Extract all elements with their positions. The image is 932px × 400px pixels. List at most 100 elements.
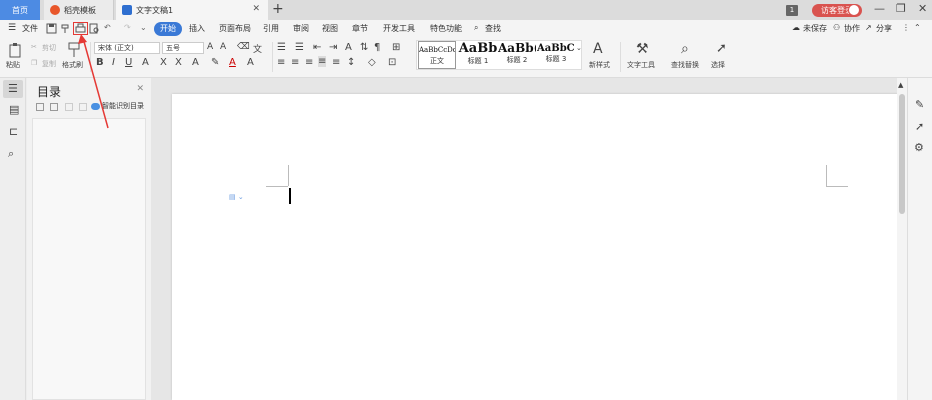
menu-start[interactable]: 开始 (154, 22, 182, 36)
menu-page-layout[interactable]: 页面布局 (219, 23, 251, 34)
find-icon[interactable]: ⌕ (8, 147, 14, 161)
menu-references[interactable]: 引用 (263, 23, 279, 34)
line-spacing-icon[interactable]: ↕ (347, 57, 355, 68)
print-preview-icon[interactable] (89, 23, 100, 34)
border-icon[interactable]: ⊡ (388, 57, 396, 68)
edit-icon[interactable]: ✎ (915, 98, 924, 111)
window-count-badge[interactable]: 1 (786, 5, 798, 16)
scroll-up-icon[interactable]: ▲ (898, 81, 903, 89)
new-tab-icon[interactable]: + (272, 1, 284, 17)
highlight-icon[interactable]: ✎ (211, 57, 219, 68)
align-center-icon[interactable]: ≡ (291, 57, 299, 68)
menu-view[interactable]: 视图 (322, 23, 338, 34)
shrink-font-icon[interactable]: A (220, 42, 226, 52)
menu-review[interactable]: 审阅 (293, 23, 309, 34)
shading-icon[interactable]: ◇ (368, 57, 376, 68)
cut-label[interactable]: 剪切 (42, 43, 56, 53)
share-button[interactable]: 分享 (876, 23, 892, 34)
find-replace-button[interactable]: 查找替换 (671, 60, 699, 70)
show-marks-icon[interactable]: ¶ (374, 42, 380, 53)
collapse-toc-icon[interactable] (36, 103, 44, 111)
settings-sliders-icon[interactable]: ⚙ (914, 141, 924, 154)
close-window-icon[interactable]: ✕ (918, 2, 927, 15)
char-border-icon[interactable]: A (247, 57, 254, 68)
smart-toc-button[interactable]: 智能识别目录 (91, 101, 144, 111)
font-size-select[interactable]: 五号 (162, 42, 204, 54)
numbered-list-icon[interactable]: ☰ (295, 42, 304, 53)
redo-icon[interactable]: ↷ (124, 23, 131, 32)
style-gallery-more-icon[interactable]: ⌄ (576, 44, 582, 52)
document-icon[interactable]: ▤ (9, 103, 19, 116)
style-normal[interactable]: AaBbCcDd 正文 (418, 41, 456, 69)
vertical-scrollbar[interactable]: ▲ (897, 78, 907, 400)
font-name-select[interactable]: 宋体 (正文) (94, 42, 160, 54)
document-page[interactable] (172, 94, 898, 400)
copy-icon[interactable]: ❐ (31, 59, 37, 67)
undo-icon[interactable]: ↶ (104, 23, 111, 32)
justify-icon[interactable]: ≡ (318, 56, 327, 67)
distributed-icon[interactable]: ≡ (332, 57, 340, 68)
bullet-list-icon[interactable]: ☰ (277, 42, 286, 53)
select-button[interactable]: 选择 (711, 60, 725, 70)
collapse-ribbon-icon[interactable]: ⌃ (914, 23, 921, 32)
style-heading-3[interactable]: AaBbC( 标题 3 (537, 41, 575, 69)
menu-features[interactable]: 特色功能 (430, 23, 462, 34)
style-heading-2[interactable]: AaBb( 标题 2 (498, 41, 536, 69)
menu-file[interactable]: 文件 (22, 23, 38, 34)
align-right-icon[interactable]: ≡ (305, 57, 313, 68)
tab-home[interactable]: 首页 (0, 0, 40, 20)
superscript-icon[interactable]: X (160, 57, 167, 68)
menu-insert[interactable]: 插入 (189, 23, 205, 34)
bookmark-icon[interactable]: ⊏ (9, 125, 18, 138)
grow-font-icon[interactable]: A (207, 42, 213, 52)
menu-developer[interactable]: 开发工具 (383, 23, 415, 34)
expand-toc-icon[interactable] (50, 103, 58, 111)
close-tab-icon[interactable]: ✕ (252, 4, 260, 14)
more-icon[interactable]: ⋮ (902, 23, 910, 32)
unsaved-status[interactable]: 未保存 (803, 23, 827, 34)
bold-button[interactable]: B (96, 57, 104, 68)
tab-template[interactable]: 稻壳模板 (44, 0, 114, 20)
menu-chapter[interactable]: 章节 (352, 23, 368, 34)
chinese-layout-icon[interactable]: A (345, 42, 352, 53)
restore-icon[interactable]: ❐ (896, 2, 906, 15)
format-painter-label[interactable]: 格式刷 (62, 60, 83, 70)
table-icon[interactable]: ⊞ (392, 42, 400, 53)
outdent-icon[interactable]: ⇤ (313, 42, 321, 53)
paste-label[interactable]: 粘贴 (6, 60, 20, 70)
text-effect-icon[interactable]: A (192, 57, 199, 68)
minimize-icon[interactable]: — (874, 2, 885, 15)
font-color-icon[interactable]: A (229, 57, 236, 68)
strikethrough-icon[interactable]: A (142, 57, 149, 68)
phonetic-icon[interactable]: 文 (253, 42, 262, 55)
style-heading-1[interactable]: AaBb 标题 1 (458, 41, 498, 69)
new-style-button[interactable]: 新样式 (589, 60, 610, 70)
menu-search[interactable]: 查找 (485, 23, 501, 34)
remove-toc-icon[interactable] (79, 103, 87, 111)
tab-document[interactable]: 文字文稿1 ✕ (116, 0, 268, 20)
text-tools-button[interactable]: 文字工具 (627, 60, 655, 70)
quick-access-dropdown-icon[interactable]: ⌄ (140, 23, 147, 32)
subscript-icon[interactable]: X (175, 57, 182, 68)
copy-label[interactable]: 复制 (42, 59, 56, 69)
scroll-thumb[interactable] (899, 94, 905, 214)
add-toc-icon[interactable] (65, 103, 73, 111)
clear-format-icon[interactable]: ⌫ (237, 42, 250, 52)
format-painter-quick-icon[interactable] (60, 23, 71, 34)
paragraph-layout-icon[interactable]: ▤ ⌄ (229, 193, 244, 201)
avatar[interactable] (848, 4, 860, 16)
cut-icon[interactable]: ✂ (31, 43, 37, 51)
align-left-icon[interactable]: ≡ (277, 57, 285, 68)
sort-icon[interactable]: ⇅ (360, 42, 368, 53)
close-toc-icon[interactable]: ✕ (136, 84, 144, 94)
italic-button[interactable]: I (112, 57, 115, 68)
indent-icon[interactable]: ⇥ (329, 42, 337, 53)
hamburger-icon[interactable]: ☰ (8, 23, 16, 33)
paste-icon[interactable] (8, 42, 24, 58)
collab-button[interactable]: 协作 (844, 23, 860, 34)
search-icon[interactable]: ⌕ (474, 23, 478, 33)
pointer-icon[interactable]: ➚ (915, 120, 924, 133)
format-painter-icon[interactable] (67, 42, 81, 58)
underline-button[interactable]: U (125, 57, 132, 68)
save-icon[interactable] (46, 23, 57, 34)
